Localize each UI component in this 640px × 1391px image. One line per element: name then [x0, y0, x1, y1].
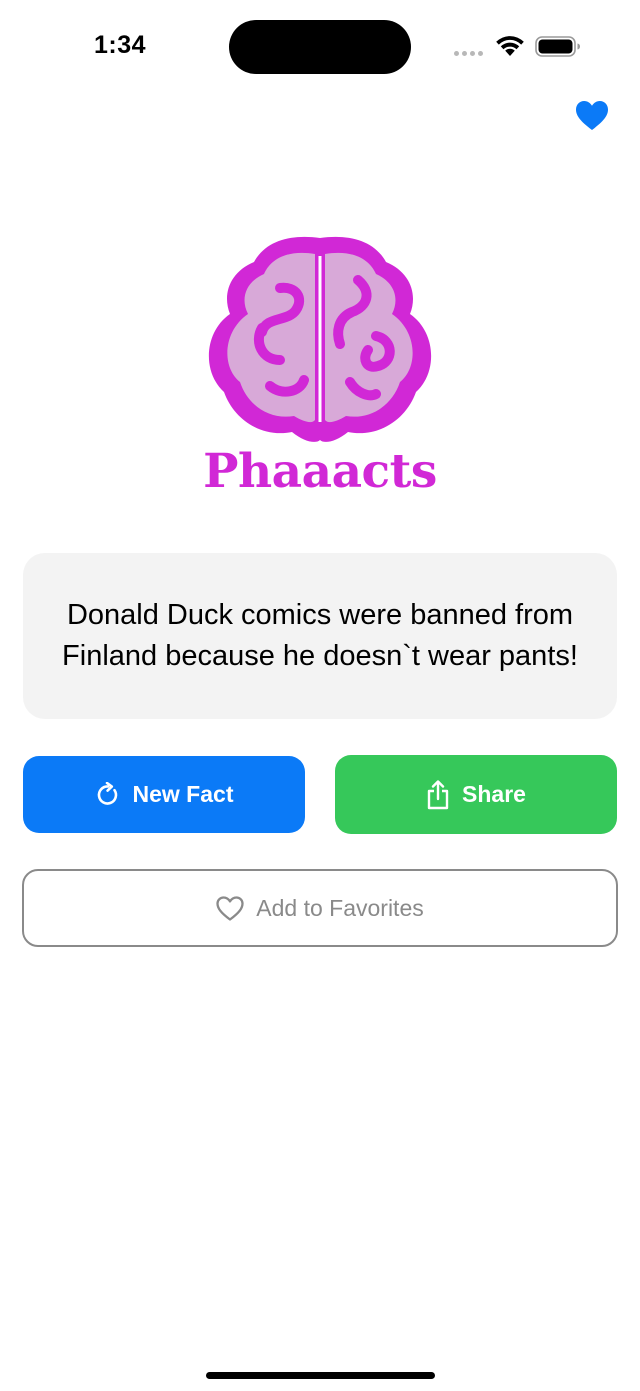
add-to-favorites-button[interactable]: Add to Favorites [22, 869, 618, 947]
add-to-favorites-label: Add to Favorites [256, 894, 424, 921]
share-label: Share [462, 781, 526, 807]
battery-icon [535, 36, 580, 57]
wifi-icon [496, 36, 524, 56]
app-logo: Phaaacts [196, 232, 444, 507]
heart-outline-icon [216, 895, 244, 921]
heart-filled-icon [576, 100, 608, 130]
dynamic-island [229, 20, 411, 74]
fact-text: Donald Duck comics were banned from Finl… [62, 599, 578, 672]
app-wordmark: Phaaacts [203, 444, 437, 499]
signal-icon [454, 51, 488, 57]
share-button[interactable]: Share [335, 755, 617, 834]
favorites-nav-button[interactable] [572, 96, 612, 134]
fact-card: Donald Duck comics were banned from Finl… [23, 553, 617, 719]
home-indicator[interactable] [206, 1372, 435, 1379]
new-fact-button[interactable]: New Fact [23, 756, 305, 833]
new-fact-label: New Fact [132, 781, 234, 807]
status-time: 1:34 [94, 31, 147, 59]
brain-icon [208, 236, 432, 442]
share-icon [427, 779, 449, 809]
status-bar: 1:34 [0, 0, 640, 94]
refresh-icon [97, 781, 117, 805]
